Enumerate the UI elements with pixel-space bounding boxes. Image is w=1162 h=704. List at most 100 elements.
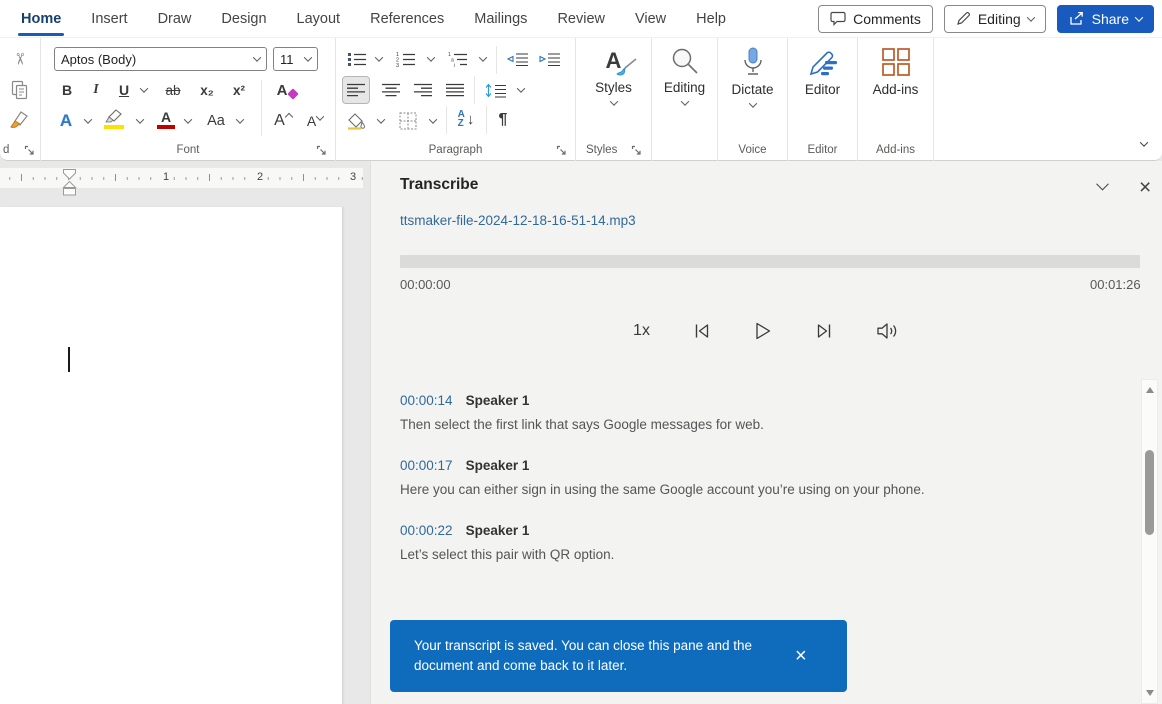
numbering-dropdown[interactable]	[424, 47, 438, 71]
tab-view[interactable]: View	[620, 0, 681, 37]
horizontal-ruler[interactable]: 1 2 3	[0, 168, 363, 188]
tab-review[interactable]: Review	[542, 0, 620, 37]
transcript-entry: 00:00:14 Speaker 1 Then select the first…	[400, 393, 1100, 434]
subscript-button[interactable]: x₂	[195, 78, 219, 102]
highlight-button[interactable]	[99, 107, 129, 131]
font-family-select[interactable]: Aptos (Body)	[54, 47, 267, 71]
clear-formatting-button[interactable]: A	[271, 78, 303, 102]
transcript-entry: 00:00:17 Speaker 1 Here you can either s…	[400, 458, 1100, 499]
clipboard-dialog-launcher-icon[interactable]	[24, 145, 35, 156]
shading-button[interactable]	[344, 109, 370, 133]
dictate-button[interactable]: Dictate	[718, 46, 787, 108]
scrollbar-thumb[interactable]	[1145, 450, 1154, 535]
text-effects-button[interactable]: A	[53, 109, 79, 133]
format-painter-button[interactable]	[6, 108, 32, 132]
eraser-icon	[288, 88, 299, 99]
share-button[interactable]: Share	[1057, 5, 1154, 33]
editor-button[interactable]: Editor	[788, 46, 857, 97]
multilevel-list-button[interactable]: 1ai	[444, 47, 472, 71]
cut-button[interactable]: ✂	[8, 47, 32, 71]
editing-mode-button[interactable]: Editing	[944, 5, 1046, 33]
shrink-font-button[interactable]: A	[301, 109, 329, 133]
pilcrow-button[interactable]: ¶	[490, 108, 516, 132]
addins-grid-icon	[881, 46, 911, 78]
editing-button[interactable]: Editing	[652, 46, 717, 106]
volume-button[interactable]	[876, 321, 901, 341]
paragraph-dialog-launcher-icon[interactable]	[556, 145, 567, 156]
shading-dropdown[interactable]	[374, 109, 388, 133]
chevron-down-icon[interactable]	[1026, 13, 1034, 21]
close-pane-icon[interactable]: ×	[1139, 177, 1151, 198]
addins-button[interactable]: Add-ins	[858, 46, 933, 97]
comments-button[interactable]: Comments	[818, 5, 933, 33]
paragraph-group: 123 1ai	[336, 38, 576, 162]
line-spacing-dropdown[interactable]	[514, 78, 528, 102]
highlight-dropdown[interactable]	[133, 109, 147, 133]
multilevel-dropdown[interactable]	[476, 47, 490, 71]
play-button[interactable]	[754, 321, 772, 341]
copy-button[interactable]	[8, 78, 32, 102]
audio-progress-bar[interactable]	[400, 255, 1140, 268]
entry-timestamp[interactable]: 00:00:17	[400, 458, 453, 473]
indent-markers[interactable]	[61, 168, 78, 197]
tab-layout[interactable]: Layout	[282, 0, 356, 37]
entry-text[interactable]: Then select the first link that says Goo…	[400, 415, 1100, 434]
tab-design[interactable]: Design	[206, 0, 281, 37]
chevron-down-icon	[479, 53, 487, 61]
italic-button[interactable]: I	[85, 78, 107, 102]
toast-close-icon[interactable]: ×	[795, 646, 807, 666]
align-right-button[interactable]	[410, 78, 436, 102]
paintbrush-icon	[8, 109, 30, 131]
tab-draw[interactable]: Draw	[143, 0, 207, 37]
change-case-dropdown[interactable]	[233, 109, 247, 133]
entry-timestamp[interactable]: 00:00:22	[400, 523, 453, 538]
font-dialog-launcher-icon[interactable]	[316, 145, 327, 156]
borders-button[interactable]	[394, 109, 422, 133]
dictate-button-label: Dictate	[731, 82, 773, 97]
tab-insert[interactable]: Insert	[76, 0, 142, 37]
font-color-button[interactable]: A	[153, 107, 179, 131]
superscript-button[interactable]: x²	[227, 78, 251, 102]
audio-file-link[interactable]: ttsmaker-file-2024-12-18-16-51-14.mp3	[400, 213, 636, 228]
strikethrough-button[interactable]: ab	[159, 78, 187, 102]
styles-button[interactable]: A Styles	[576, 46, 651, 106]
font-color-dropdown[interactable]	[181, 109, 195, 133]
tab-home[interactable]: Home	[6, 0, 76, 37]
decrease-indent-button[interactable]	[504, 47, 532, 71]
collapse-ribbon-button[interactable]	[1134, 132, 1154, 156]
styles-dialog-launcher-icon[interactable]	[631, 145, 642, 156]
skip-back-button[interactable]	[692, 321, 712, 341]
align-left-button[interactable]	[342, 76, 370, 104]
bullets-button[interactable]	[344, 47, 370, 71]
playback-speed-button[interactable]: 1x	[633, 322, 650, 340]
increase-indent-button[interactable]	[536, 47, 564, 71]
line-spacing-button[interactable]	[482, 78, 510, 102]
playback-controls: 1x	[371, 321, 1162, 341]
font-size-select[interactable]: 11	[273, 47, 318, 71]
grow-font-button[interactable]: A	[269, 109, 297, 133]
document-page[interactable]	[0, 207, 343, 704]
tab-mailings[interactable]: Mailings	[459, 0, 542, 37]
underline-button[interactable]: U	[113, 78, 135, 102]
bullets-dropdown[interactable]	[372, 47, 386, 71]
collapse-pane-icon[interactable]	[1096, 178, 1109, 191]
entry-text[interactable]: Here you can either sign in using the sa…	[400, 480, 1100, 499]
entry-text[interactable]: Let’s select this pair with QR option.	[400, 545, 1100, 564]
sort-button[interactable]: AZ ↓	[450, 107, 482, 131]
scrollbar[interactable]	[1141, 379, 1158, 704]
tab-references[interactable]: References	[355, 0, 459, 37]
borders-dropdown[interactable]	[426, 109, 440, 133]
entry-timestamp[interactable]: 00:00:14	[400, 393, 453, 408]
bold-button[interactable]: B	[55, 78, 79, 102]
change-case-button[interactable]: Aa	[201, 109, 231, 133]
underline-dropdown[interactable]	[137, 78, 151, 102]
scroll-down-icon[interactable]	[1146, 690, 1154, 696]
align-center-button[interactable]	[378, 78, 404, 102]
chevron-down-icon[interactable]	[1135, 13, 1143, 21]
text-effects-dropdown[interactable]	[81, 109, 95, 133]
tab-help[interactable]: Help	[681, 0, 741, 37]
numbering-button[interactable]: 123	[392, 47, 420, 71]
justify-button[interactable]	[442, 78, 468, 102]
skip-forward-button[interactable]	[814, 321, 834, 341]
scroll-up-icon[interactable]	[1146, 387, 1154, 393]
